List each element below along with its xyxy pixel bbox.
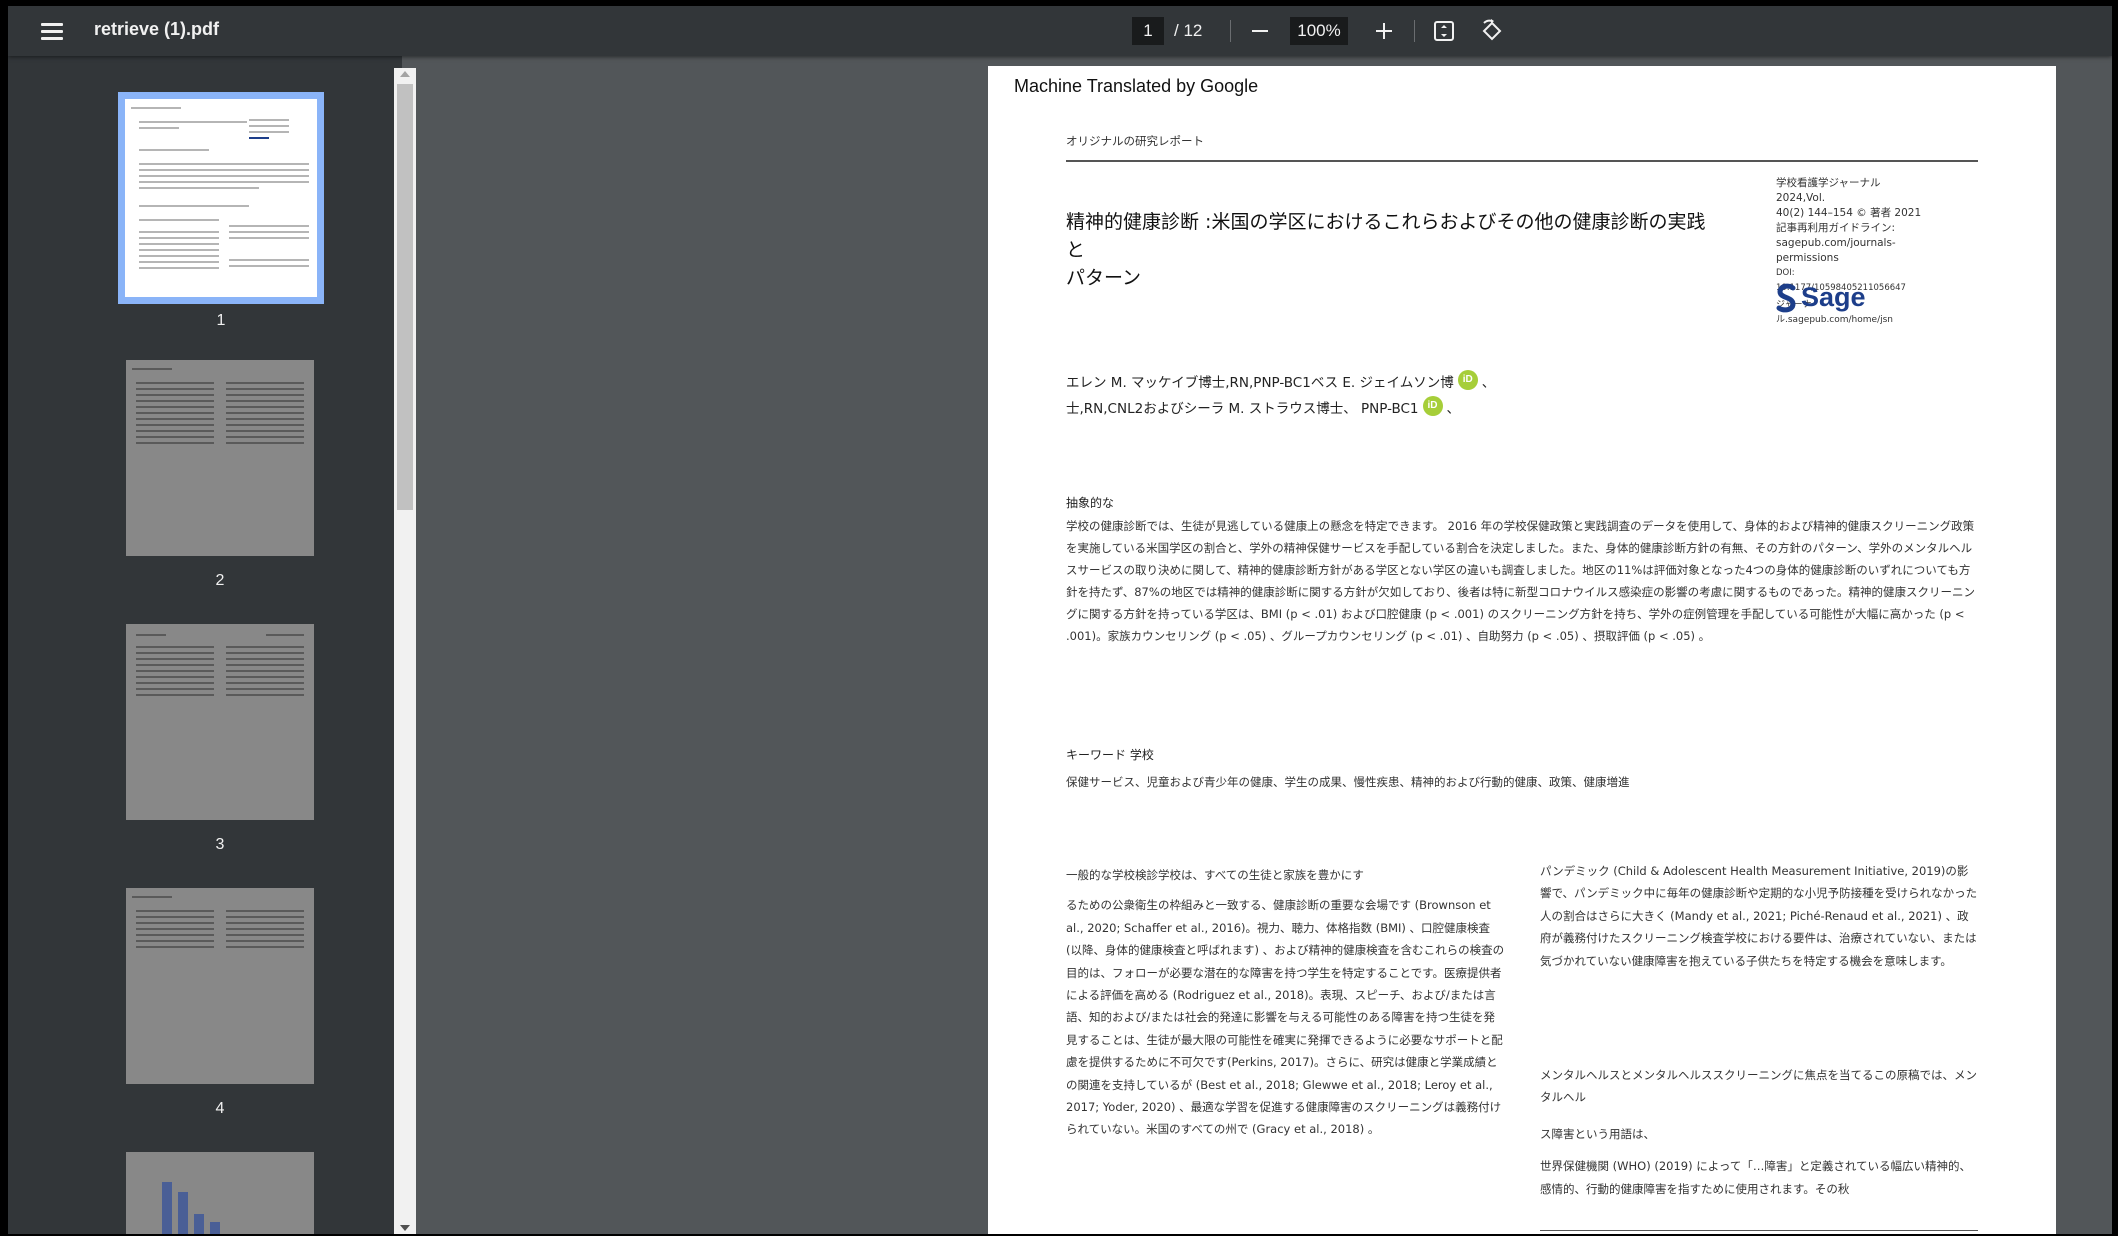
sidebar-scrollbar[interactable] <box>394 68 416 1234</box>
journal-info-line: 記事再利用ガイドライン: <box>1776 222 1896 234</box>
keywords-heading: キーワード 学校 <box>1066 748 1154 762</box>
journal-info-line: sagepub.com/journals- <box>1776 237 1896 249</box>
authors-line-2: 士,RN,CNL2およびシーラ M. ストラウス博士、 PNP-BC1 <box>1066 401 1419 417</box>
left-column-lead: 一般的な学校検診学校は、すべての生徒と家族を豊かにす <box>1066 868 1364 882</box>
toolbar-divider <box>1414 20 1415 42</box>
zoom-in-button[interactable] <box>1368 15 1400 47</box>
thumbnail-image <box>126 360 314 556</box>
author-list: エレン M. マッケイブ博士,RN,PNP-BC1ベス E. ジェイムソン博 iD… <box>1066 370 1506 422</box>
sage-s-icon <box>1776 283 1796 312</box>
right-column-paragraph-3: 世界保健機関 (WHO) (2019) によって「…障害」と定義されている幅広い… <box>1540 1159 1971 1196</box>
fit-to-page-icon <box>1434 21 1454 41</box>
thumbnail-image <box>118 92 324 304</box>
document-viewer[interactable]: Machine Translated by Google オリジナルの研究レポー… <box>416 56 2112 1234</box>
journal-info-line: 学校看護学ジャーナル2024,Vol. <box>1776 177 1881 204</box>
page-total: / 12 <box>1174 21 1203 40</box>
abstract-heading: 抽象的な <box>1066 496 1115 510</box>
pdf-page-1: Machine Translated by Google オリジナルの研究レポー… <box>988 66 2056 1234</box>
scroll-up-icon[interactable] <box>400 71 410 77</box>
right-column-paragraph-2: メンタルヘルスとメンタルヘルススクリーニングに焦点を当てるこの原稿では、メンタル… <box>1540 1068 1977 1105</box>
thumbnail-label: 1 <box>216 312 226 329</box>
right-column-paragraph-1: パンデミック (Child & Adolescent Health Measur… <box>1540 864 1978 968</box>
body-left-column: 一般的な学校検診学校は、すべての生徒と家族を豊かにす るための公衆衛生の枠組みと… <box>1066 864 1506 1141</box>
sage-logo: Sage <box>1776 282 1866 313</box>
journal-info-line: 40(2) 144–154 © 著者 2021 <box>1776 207 1922 219</box>
thumbnail-label: 2 <box>215 572 225 589</box>
machine-translation-banner: Machine Translated by Google <box>1014 76 1259 96</box>
author-separator: 、 <box>1481 375 1496 391</box>
thumbnail-label: 3 <box>215 836 225 853</box>
abstract-text: 学校の健康診断では、生徒が見逃している健康上の懸念を特定できます。 2016 年… <box>1066 519 1975 643</box>
title-line-2: パターン <box>1066 267 1142 289</box>
sage-wordmark: Sage <box>1801 282 1866 312</box>
thumbnail-image <box>126 1152 314 1234</box>
toolbar: retrieve (1).pdf / 12 <box>8 6 2112 56</box>
minus-icon <box>1252 30 1268 32</box>
document-title: retrieve (1).pdf <box>94 19 220 39</box>
page-navigator: / 12 <box>1132 17 1202 45</box>
zoom-out-button[interactable] <box>1244 15 1276 47</box>
header-rule <box>1066 160 1978 162</box>
author-separator: 、 <box>1446 401 1461 417</box>
thumbnail-image <box>126 624 314 820</box>
pdf-viewer-window: retrieve (1).pdf / 12 <box>8 6 2112 1234</box>
hamburger-menu-icon[interactable] <box>36 15 68 47</box>
fit-page-button[interactable] <box>1428 15 1460 47</box>
section-label: オリジナルの研究レポート <box>1066 134 1204 148</box>
article-title: 精神的健康診断 :米国の学区におけるこれらおよびその他の健康診断の実践と パター… <box>1066 208 1706 292</box>
page-number-input[interactable] <box>1132 17 1164 45</box>
left-column-body: るための公衆衛生の枠組みと一致する、健康診断の重要な会場です (Brownson… <box>1066 898 1505 1137</box>
thumbnail-sidebar: 1 2 3 4 <box>8 56 416 1234</box>
plus-icon <box>1376 23 1392 39</box>
title-line-1: 精神的健康診断 :米国の学区におけるこれらおよびその他の健康診断の実践と <box>1066 211 1706 261</box>
thumbnail-label: 4 <box>215 1100 225 1117</box>
footnote-rule <box>1540 1230 1978 1231</box>
thumbnail-image <box>126 888 314 1084</box>
orcid-icon[interactable]: iD <box>1422 396 1443 416</box>
rotate-icon <box>1482 19 1502 41</box>
toolbar-divider <box>1230 20 1231 42</box>
zoom-input[interactable] <box>1290 17 1348 45</box>
body-right-column: パンデミック (Child & Adolescent Health Measur… <box>1540 860 1978 1200</box>
orcid-icon[interactable]: iD <box>1457 370 1478 390</box>
rotate-button[interactable] <box>1476 15 1508 47</box>
scrollbar-thumb[interactable] <box>397 84 413 510</box>
right-column-paragraph-2-cont: ス障害という用語は、 <box>1540 1126 1655 1141</box>
scroll-down-icon[interactable] <box>400 1225 410 1231</box>
journal-info-line: permissions <box>1776 252 1839 264</box>
keywords-text: 保健サービス、児童および青少年の健康、学生の成果、慢性疾患、精神的および行動的健… <box>1066 775 1630 789</box>
authors-line-1: エレン M. マッケイブ博士,RN,PNP-BC1ベス E. ジェイムソン博 <box>1066 375 1454 391</box>
